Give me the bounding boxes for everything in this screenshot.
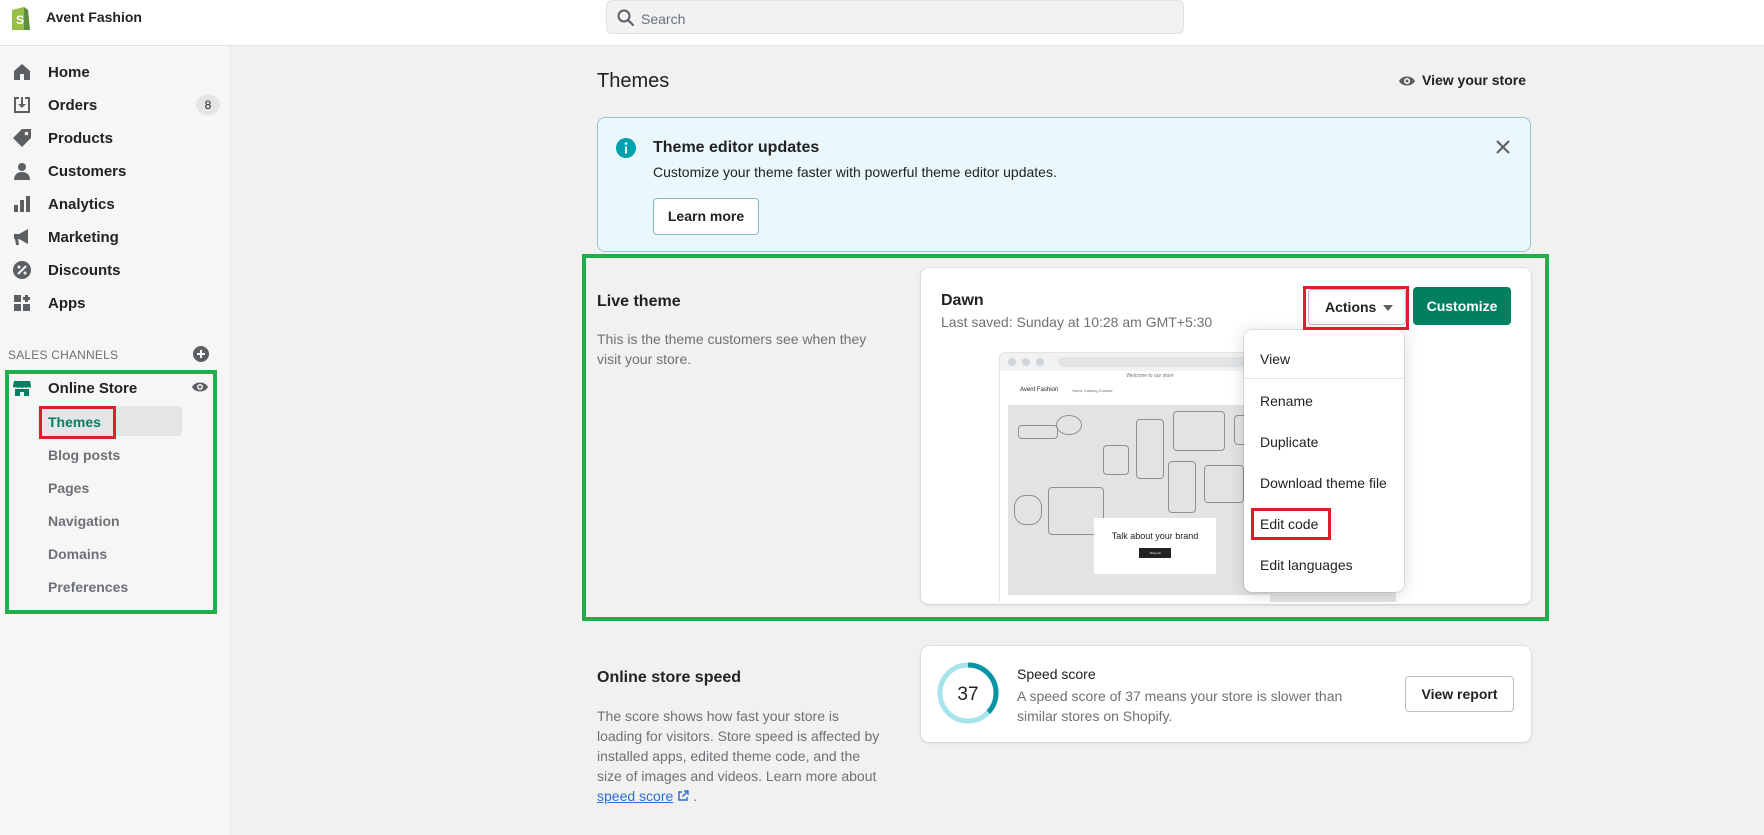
- speed-score-label: Speed score: [1017, 666, 1096, 682]
- banner-text: Customize your theme faster with powerfu…: [653, 164, 1057, 180]
- store-speed-desc-line-3: installed apps, edited theme code, and t…: [597, 748, 861, 764]
- sidebar-item-customers[interactable]: Customers: [0, 156, 231, 186]
- info-icon: [616, 138, 636, 158]
- store-speed-title: Online store speed: [597, 669, 742, 686]
- sidebar-item-label: Orders: [48, 97, 98, 114]
- speed-score-gauge: 37: [937, 662, 999, 724]
- shopify-logo-icon[interactable]: S: [8, 4, 32, 32]
- sidebar-item-marketing[interactable]: Marketing: [0, 222, 231, 252]
- discount-icon: [13, 261, 31, 279]
- speed-score-value: 37: [957, 684, 978, 705]
- page-title: Themes: [597, 70, 670, 92]
- home-icon: [14, 64, 30, 80]
- apps-icon: [14, 295, 30, 311]
- speed-score-link[interactable]: speed score: [597, 788, 673, 804]
- sidebar-item-label: Marketing: [48, 229, 119, 246]
- external-link-icon: [678, 790, 689, 801]
- sidebar-item-products[interactable]: Products: [0, 123, 231, 153]
- period-text: .: [693, 788, 697, 804]
- store-speed-desc-line-1: The score shows how fast your store is: [597, 708, 839, 724]
- highlight-box-edit-code: [1251, 508, 1331, 540]
- store-speed-desc-line-2: loading for visitors. Store speed is aff…: [597, 728, 880, 744]
- svg-text:S: S: [16, 13, 24, 27]
- add-circle-icon[interactable]: [192, 345, 210, 363]
- tag-icon: [13, 129, 31, 147]
- learn-more-button[interactable]: Learn more: [653, 198, 759, 235]
- eye-icon: [1399, 76, 1415, 86]
- highlight-box-themes: [39, 406, 116, 439]
- banner-title: Theme editor updates: [653, 139, 820, 156]
- sidebar-item-apps[interactable]: Apps: [0, 288, 231, 318]
- store-name[interactable]: Avent Fashion: [46, 9, 142, 25]
- person-icon: [14, 163, 30, 180]
- megaphone-icon: [14, 229, 28, 245]
- search-icon: [617, 9, 634, 26]
- search-input[interactable]: Search: [606, 0, 1184, 34]
- highlight-box-actions: [1303, 286, 1409, 330]
- sidebar-item-label: Analytics: [48, 196, 115, 213]
- sidebar-item-orders[interactable]: Orders 8: [0, 90, 231, 120]
- view-report-button[interactable]: View report: [1405, 676, 1514, 712]
- sidebar-item-discounts[interactable]: Discounts: [0, 255, 231, 285]
- sales-channels-header: SALES CHANNELS: [8, 348, 119, 362]
- store-speed-desc-line-4: size of images and videos. Learn more ab…: [597, 768, 877, 784]
- theme-editor-updates-banner: Theme editor updates Customize your them…: [597, 117, 1531, 252]
- close-icon[interactable]: [1494, 138, 1512, 156]
- view-store-label: View your store: [1422, 72, 1527, 88]
- top-bar: S Avent Fashion Search: [0, 0, 1764, 46]
- search-placeholder: Search: [641, 11, 686, 27]
- sidebar-item-label: Customers: [48, 163, 127, 180]
- store-speed-card: 37 Speed score A speed score of 37 means…: [921, 646, 1531, 742]
- sidebar-item-label: Home: [48, 64, 90, 81]
- sidebar-item-label: Products: [48, 130, 114, 147]
- speed-score-text: A speed score of 37 means your store is …: [1017, 688, 1343, 724]
- orders-icon: [14, 97, 30, 113]
- orders-count-badge: 8: [196, 95, 220, 115]
- sidebar-item-home[interactable]: Home: [0, 57, 231, 87]
- bar-chart-icon: [14, 196, 30, 212]
- sidebar-item-analytics[interactable]: Analytics: [0, 189, 231, 219]
- store-speed-desc-line-5: speed score .: [597, 786, 697, 806]
- sidebar-item-label: Apps: [48, 295, 86, 312]
- sidebar-item-label: Discounts: [48, 262, 121, 279]
